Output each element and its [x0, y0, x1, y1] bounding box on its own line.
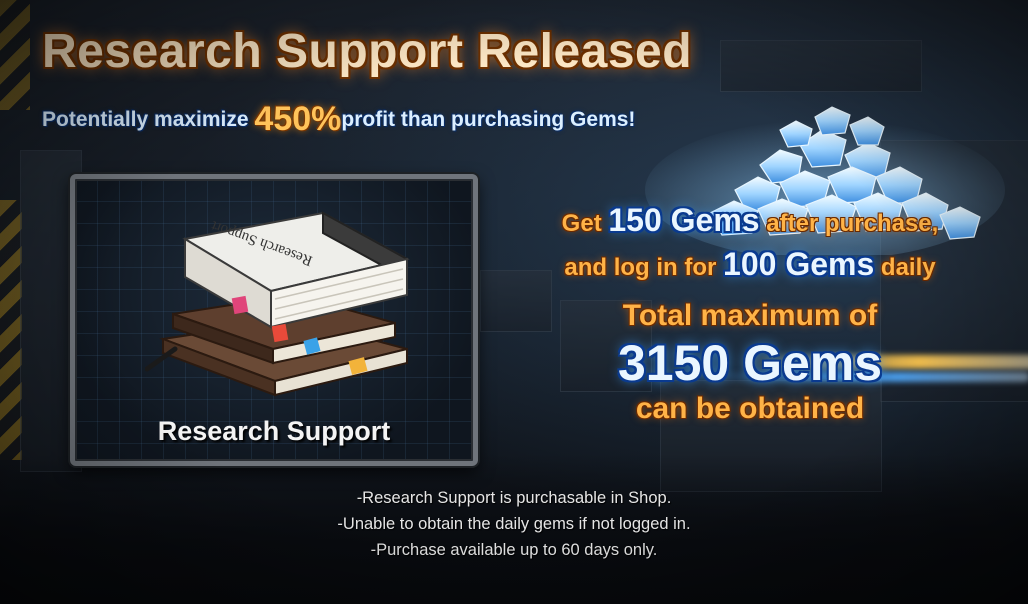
notes-list: -Research Support is purchasable in Shop… — [214, 485, 814, 563]
subtitle-prefix: Potentially maximize — [42, 108, 255, 131]
item-card: Research Support Research Support — [70, 174, 478, 466]
note-item: -Purchase available up to 60 days only. — [370, 541, 658, 559]
item-name: Research Support — [157, 416, 391, 446]
reward-text: Get — [561, 210, 609, 237]
purchase-gems: 150 Gems — [608, 202, 760, 238]
hazard-stripe — [0, 0, 30, 110]
banner-subtitle: Potentially maximize 450%profit than pur… — [42, 100, 635, 139]
note-item: -Unable to obtain the daily gems if not … — [337, 515, 691, 533]
note-item: -Research Support is purchasable in Shop… — [356, 489, 672, 507]
daily-gems: 100 Gems — [723, 246, 875, 282]
total-label: Total maximum of — [622, 299, 878, 332]
reward-text: and log in for — [564, 254, 724, 281]
background-pipe — [720, 40, 922, 92]
reward-text: daily — [874, 254, 936, 281]
event-banner: Research Support Released Potentially ma… — [0, 0, 1028, 604]
reward-info: Get 150 Gems after purchase, and log in … — [500, 200, 1000, 428]
hazard-stripe — [0, 200, 22, 460]
profit-percent: 450% — [254, 100, 342, 138]
reward-line-daily: and log in for 100 Gems daily — [500, 244, 1000, 288]
reward-line-purchase: Get 150 Gems after purchase, — [500, 200, 1000, 244]
total-suffix: can be obtained — [635, 392, 865, 425]
subtitle-suffix: profit than purchasing Gems! — [341, 108, 636, 131]
books-icon: Research Support — [145, 211, 410, 397]
reward-text: after purchase, — [759, 210, 939, 237]
total-gems: 3150 Gems — [617, 335, 883, 391]
banner-title: Research Support Released — [42, 25, 693, 78]
